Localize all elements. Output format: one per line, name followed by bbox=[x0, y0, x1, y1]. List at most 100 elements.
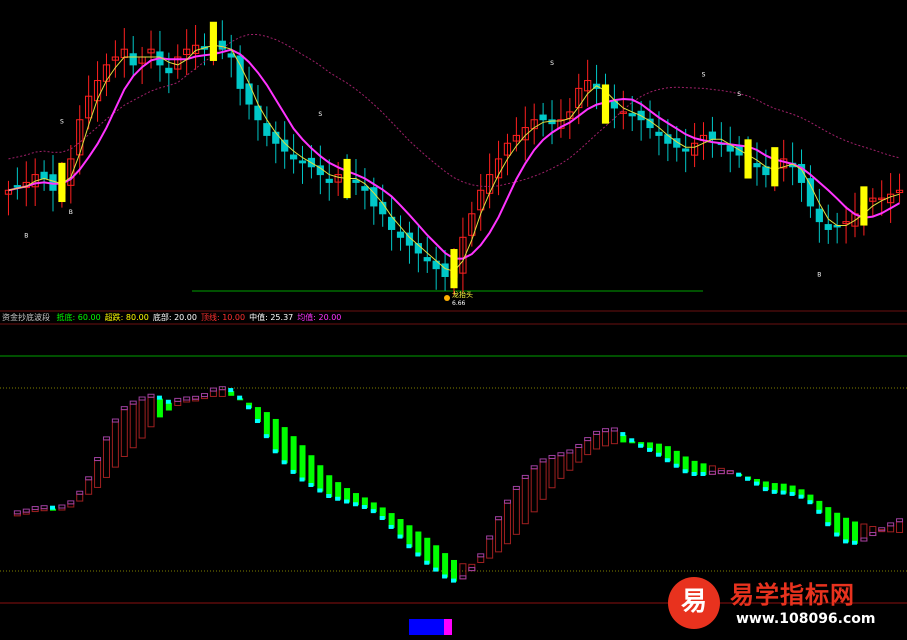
legend-item: 中值: 25.37 bbox=[249, 313, 294, 322]
osc-bar bbox=[486, 538, 494, 559]
watermark-url: www.108096.com bbox=[736, 611, 876, 627]
osc-bar bbox=[290, 436, 297, 473]
osc-dot bbox=[638, 443, 644, 448]
candle-body bbox=[762, 166, 770, 176]
osc-bar bbox=[620, 435, 627, 443]
osc-dot bbox=[442, 574, 448, 579]
osc-dot bbox=[575, 443, 583, 448]
osc-bar bbox=[708, 465, 716, 475]
candle-body bbox=[423, 257, 431, 262]
signal-bar bbox=[771, 147, 779, 187]
osc-bar bbox=[887, 525, 895, 533]
osc-dot bbox=[530, 465, 538, 470]
candle-body bbox=[441, 263, 449, 277]
candle-body bbox=[165, 67, 173, 74]
osc-dot bbox=[477, 553, 485, 558]
sell-marker: S bbox=[737, 91, 741, 98]
signal-bar bbox=[450, 249, 458, 289]
osc-dot bbox=[67, 500, 75, 505]
osc-bar bbox=[512, 488, 520, 535]
candle-body bbox=[726, 145, 734, 152]
osc-dot bbox=[503, 499, 511, 504]
osc-dot bbox=[147, 393, 155, 398]
signal-bar bbox=[58, 162, 66, 203]
osc-dot bbox=[344, 499, 350, 504]
osc-dot bbox=[807, 500, 813, 505]
osc-dot bbox=[887, 522, 895, 527]
osc-dot bbox=[156, 395, 162, 400]
osc-dot bbox=[22, 508, 30, 513]
low-label: 龙抬头 bbox=[452, 290, 473, 299]
osc-dot bbox=[512, 485, 520, 490]
osc-dot bbox=[486, 535, 494, 540]
indicator-name: 资金抄底波段 bbox=[2, 313, 50, 322]
osc-dot bbox=[869, 532, 877, 537]
osc-bar bbox=[834, 512, 841, 536]
osc-dot bbox=[610, 427, 618, 432]
candle-body bbox=[646, 118, 654, 129]
legend-item: 均值: 20.00 bbox=[297, 313, 342, 322]
price-panel: SSSSSSBBB龙抬头6.66 bbox=[0, 20, 907, 325]
candle-body bbox=[824, 224, 832, 230]
osc-dot bbox=[798, 494, 804, 499]
osc-dot bbox=[272, 449, 278, 454]
osc-dot bbox=[335, 496, 341, 501]
osc-dot bbox=[433, 567, 439, 572]
osc-bar bbox=[272, 418, 279, 453]
sell-marker: S bbox=[550, 60, 554, 67]
candle-body bbox=[245, 83, 253, 105]
candle-body bbox=[227, 53, 235, 58]
osc-dot bbox=[397, 534, 403, 539]
osc-bar bbox=[85, 479, 93, 495]
osc-dot bbox=[789, 491, 795, 496]
osc-dot bbox=[629, 438, 635, 443]
osc-dot bbox=[896, 518, 904, 523]
osc-dot bbox=[165, 399, 171, 404]
osc-dot bbox=[58, 504, 66, 509]
osc-dot bbox=[102, 436, 110, 441]
candle-body bbox=[352, 179, 360, 183]
osc-bar bbox=[299, 445, 306, 481]
osc-bar bbox=[102, 439, 110, 478]
osc-dot bbox=[388, 524, 394, 529]
osc-dot bbox=[263, 434, 269, 439]
osc-dot bbox=[584, 437, 592, 442]
candle-body bbox=[361, 186, 369, 191]
osc-dot bbox=[745, 476, 751, 481]
osc-bar bbox=[575, 446, 583, 463]
signal-bar bbox=[744, 139, 752, 179]
osc-dot bbox=[673, 463, 679, 468]
osc-dot bbox=[85, 476, 93, 481]
legend-item: 底部: 20.00 bbox=[152, 313, 197, 322]
sell-marker: S bbox=[60, 119, 64, 126]
osc-dot bbox=[174, 397, 182, 402]
osc-dot bbox=[691, 471, 697, 476]
watermark: 易 易学指标网 www.108096.com bbox=[668, 573, 900, 635]
osc-dot bbox=[200, 393, 208, 398]
watermark-logo-char: 易 bbox=[680, 587, 707, 617]
osc-bar bbox=[209, 390, 217, 397]
osc-dot bbox=[352, 502, 358, 507]
candle-body bbox=[218, 40, 226, 50]
osc-dot bbox=[682, 469, 688, 474]
osc-dot bbox=[762, 487, 768, 492]
osc-dot bbox=[468, 567, 476, 572]
osc-dot bbox=[415, 552, 421, 557]
osc-dot bbox=[647, 447, 653, 452]
osc-dot bbox=[406, 544, 412, 549]
candle-body bbox=[129, 53, 137, 66]
osc-bar bbox=[557, 455, 565, 479]
osc-bar bbox=[308, 455, 315, 486]
osc-bar bbox=[76, 493, 84, 502]
candle-body bbox=[289, 154, 298, 160]
osc-dot bbox=[424, 560, 430, 565]
osc-dot bbox=[138, 396, 146, 401]
osc-dot bbox=[834, 532, 840, 537]
osc-bar bbox=[593, 433, 601, 450]
osc-bar bbox=[610, 430, 618, 445]
osc-bar bbox=[406, 525, 413, 548]
osc-bar bbox=[111, 421, 119, 468]
osc-dot bbox=[620, 432, 626, 437]
osc-dot bbox=[539, 458, 547, 463]
candle-body bbox=[664, 134, 672, 144]
